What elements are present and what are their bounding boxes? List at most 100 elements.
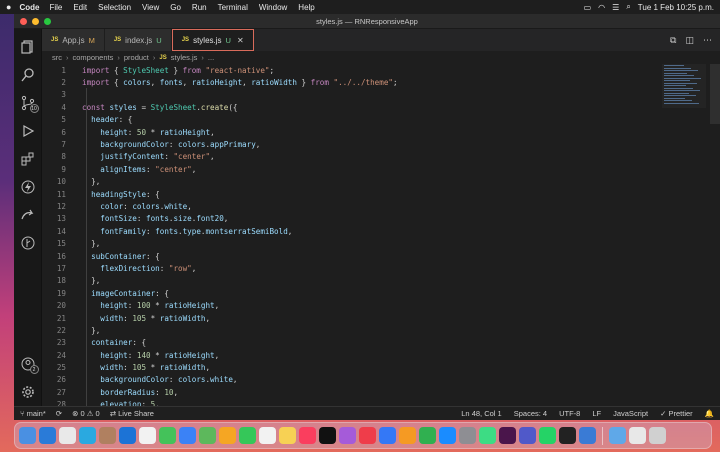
code-line[interactable]: 9 alignItems: "center", <box>42 163 720 175</box>
code-line[interactable]: 3 <box>42 89 720 101</box>
encoding[interactable]: UTF-8 <box>559 409 580 418</box>
battery-icon[interactable]: ▭ <box>584 3 592 12</box>
minimize-window-button[interactable] <box>32 17 39 25</box>
explorer-icon[interactable] <box>14 33 42 61</box>
apple-menu-icon[interactable]: ● <box>6 2 11 12</box>
menu-run[interactable]: Run <box>192 3 207 12</box>
source-control-icon[interactable]: 10 <box>14 89 42 117</box>
code-line[interactable]: 20 height: 100 * ratioHeight, <box>42 299 720 311</box>
menu-window[interactable]: Window <box>259 3 287 12</box>
code-line[interactable]: 2 import { colors, fonts, ratioHeight, ra… <box>42 76 720 88</box>
menu-go[interactable]: Go <box>170 3 181 12</box>
contacts-icon[interactable] <box>99 427 116 444</box>
search-icon[interactable]: ⌕ <box>626 2 630 12</box>
breadcrumb-item[interactable]: src <box>52 53 62 62</box>
messages-icon[interactable] <box>159 427 176 444</box>
code-line[interactable]: 1 import { StyleSheet } from "react-nativ… <box>42 64 720 76</box>
podcasts-icon[interactable] <box>339 427 356 444</box>
tab-app-js[interactable]: JS App.js M <box>42 29 105 51</box>
code-line[interactable]: 23 container: { <box>42 337 720 349</box>
menu-selection[interactable]: Selection <box>98 3 131 12</box>
more-actions-icon[interactable]: ⋯ <box>703 35 712 46</box>
code-line[interactable]: 5 header: { <box>42 114 720 126</box>
notifications-icon[interactable]: 🔔 <box>705 409 714 418</box>
live-share-icon[interactable] <box>14 201 42 229</box>
problems-indicator[interactable]: ⊗ 0 ⚠ 0 <box>72 409 100 418</box>
whatsapp-icon[interactable] <box>539 427 556 444</box>
lightning-icon[interactable] <box>14 173 42 201</box>
code-editor[interactable]: 1 import { StyleSheet } from "react-nativ… <box>42 64 720 406</box>
split-editor-icon[interactable]: ◫ <box>685 35 694 46</box>
code-line[interactable]: 18 }, <box>42 275 720 287</box>
indentation[interactable]: Spaces: 4 <box>514 409 547 418</box>
keynote-icon[interactable] <box>379 427 396 444</box>
tab-styles-js[interactable]: JS styles.js U ✕ <box>171 29 254 51</box>
facetime-icon[interactable] <box>239 427 256 444</box>
numbers-icon[interactable] <box>419 427 436 444</box>
menu-file[interactable]: File <box>49 3 62 12</box>
menu-edit[interactable]: Edit <box>73 3 87 12</box>
close-tab-icon[interactable]: ✕ <box>237 36 244 45</box>
teams-icon[interactable] <box>519 427 536 444</box>
minimap[interactable] <box>662 64 706 108</box>
control-center-icon[interactable]: ☰ <box>612 3 619 12</box>
android-studio-icon[interactable] <box>479 427 496 444</box>
branch-indicator[interactable]: ⑂ main* <box>20 409 46 418</box>
run-debug-icon[interactable] <box>14 117 42 145</box>
notes-icon[interactable] <box>279 427 296 444</box>
tab-index-js[interactable]: JS index.js U <box>104 29 172 51</box>
terminal-icon[interactable] <box>559 427 576 444</box>
code-line[interactable]: 24 height: 140 * ratioHeight, <box>42 349 720 361</box>
menu-help[interactable]: Help <box>298 3 314 12</box>
code-line[interactable]: 26 backgroundColor: colors.white, <box>42 374 720 386</box>
code-line[interactable]: 12 color: colors.white, <box>42 200 720 212</box>
maps-icon[interactable] <box>199 427 216 444</box>
code-line[interactable]: 14 fontFamily: fonts.type.montserratSemi… <box>42 225 720 237</box>
skype-icon[interactable] <box>79 427 96 444</box>
code-line[interactable]: 17 flexDirection: "row", <box>42 262 720 274</box>
cursor-position[interactable]: Ln 48, Col 1 <box>461 409 501 418</box>
slack-icon[interactable] <box>499 427 516 444</box>
menubar-clock[interactable]: Tue 1 Feb 10:25 p.m. <box>638 3 714 12</box>
appletv-icon[interactable] <box>319 427 336 444</box>
folder-icon[interactable] <box>609 427 626 444</box>
code-line[interactable]: 4 const styles = StyleSheet.create({ <box>42 101 720 113</box>
code-line[interactable]: 16 subContainer: { <box>42 250 720 262</box>
pages-icon[interactable] <box>399 427 416 444</box>
language-mode[interactable]: JavaScript <box>613 409 648 418</box>
code-line[interactable]: 19 imageContainer: { <box>42 287 720 299</box>
live-share-status[interactable]: ⇄ Live Share <box>110 409 154 418</box>
appstore-icon[interactable] <box>439 427 456 444</box>
music-icon[interactable] <box>299 427 316 444</box>
menu-view[interactable]: View <box>142 3 159 12</box>
open-changes-icon[interactable]: ⧉ <box>670 35 676 46</box>
menu-terminal[interactable]: Terminal <box>218 3 248 12</box>
mail-icon[interactable] <box>179 427 196 444</box>
simulator-icon[interactable] <box>579 427 596 444</box>
breadcrumb-item[interactable]: styles.js <box>171 53 198 62</box>
code-line[interactable]: 13 fontSize: fonts.size.font20, <box>42 213 720 225</box>
prettier-status[interactable]: ✓ Prettier <box>660 409 693 418</box>
settings-gear-icon[interactable] <box>14 378 42 406</box>
calendar-icon[interactable] <box>139 427 156 444</box>
code-line[interactable]: 21 width: 105 * ratioWidth, <box>42 312 720 324</box>
vscode-icon[interactable] <box>39 427 56 444</box>
finder-icon[interactable] <box>19 427 36 444</box>
git-graph-icon[interactable] <box>14 229 42 257</box>
settings-icon[interactable] <box>459 427 476 444</box>
code-line[interactable]: 27 borderRadius: 10, <box>42 386 720 398</box>
end-of-line[interactable]: LF <box>592 409 601 418</box>
chrome-icon[interactable] <box>59 427 76 444</box>
xcode-icon[interactable] <box>119 427 136 444</box>
news-icon[interactable] <box>359 427 376 444</box>
photos-icon[interactable] <box>219 427 236 444</box>
code-line[interactable]: 22 }, <box>42 324 720 336</box>
code-line[interactable]: 6 height: 50 * ratioHeight, <box>42 126 720 138</box>
app-menu[interactable]: Code <box>19 3 39 12</box>
code-line[interactable]: 8 justifyContent: "center", <box>42 151 720 163</box>
breadcrumb-item[interactable]: product <box>124 53 149 62</box>
code-line[interactable]: 25 width: 105 * ratioWidth, <box>42 361 720 373</box>
close-window-button[interactable] <box>20 17 27 25</box>
extensions-icon[interactable] <box>14 145 42 173</box>
breadcrumb-item[interactable]: ... <box>208 53 214 62</box>
